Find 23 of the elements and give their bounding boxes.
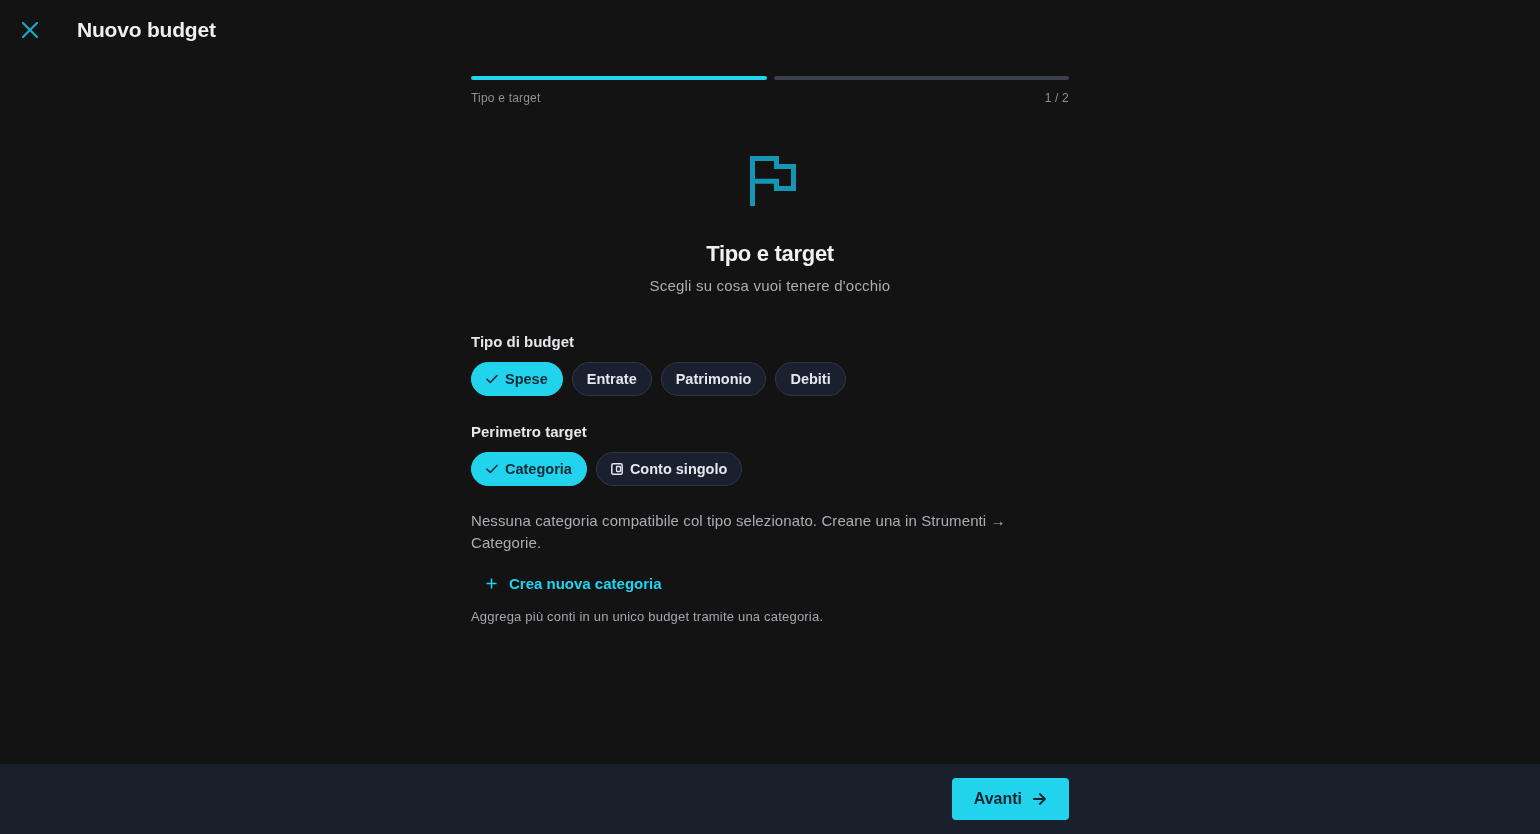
step-counter: 1 / 2 xyxy=(1044,90,1069,106)
step-label: Tipo e target xyxy=(471,90,541,106)
step-title: Tipo e target xyxy=(705,240,835,268)
budget-type-chip[interactable]: Debiti xyxy=(775,362,846,396)
check-icon xyxy=(486,464,498,474)
budget-type-chip[interactable]: Entrate xyxy=(571,362,652,396)
target-scope-chip[interactable]: Conto singolo xyxy=(595,452,743,486)
section-label: Perimetro target xyxy=(471,422,587,442)
create-category-link[interactable]: Crea nuova categoria xyxy=(471,567,677,599)
plus-icon xyxy=(486,577,497,589)
page-title: Nuovo budget xyxy=(77,18,216,42)
step-subtitle: Scegli su cosa vuoi tenere d'occhio xyxy=(648,276,892,296)
wallet-icon xyxy=(610,463,623,475)
budget-type-chip[interactable]: Patrimonio xyxy=(660,362,767,396)
hint-text: Aggrega più conti in un unico budget tramite una categoria. xyxy=(471,608,825,626)
next-button[interactable]: Avanti xyxy=(951,778,1069,820)
arrow-right-icon xyxy=(1033,793,1046,805)
check-icon xyxy=(486,374,498,384)
empty-message: Nessuna categoria compatibile col tipo selezionato. Creane una in Strumenti → Categorie. xyxy=(471,511,1007,553)
close-icon[interactable] xyxy=(22,22,38,38)
section-label: Tipo di budget xyxy=(471,332,575,352)
flag-icon xyxy=(750,156,796,206)
budget-type-chip[interactable]: Spese xyxy=(471,362,563,396)
